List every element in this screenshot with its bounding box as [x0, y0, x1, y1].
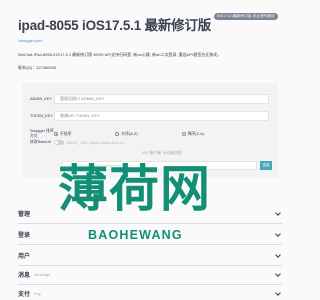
radio-asc-label: 升序(A-Z) — [121, 131, 138, 136]
section-title: 支付 — [18, 291, 31, 298]
version-badge: iOS17.5.1最新修订版, 防止账号被封 — [214, 13, 278, 20]
api-description: WeChat-iPad-8055-iOS17.5.1 最新修订版 WSS+API… — [18, 52, 222, 57]
section-subtitle: Pay — [34, 290, 41, 296]
admin-key-label: ADMIN_KEY — [30, 97, 52, 101]
token-key-input[interactable]: 普通API TOKEN_KEY — [54, 111, 269, 121]
radio-no-sort[interactable]: 不排序 — [54, 132, 71, 137]
ws-connect-button[interactable]: 连接 — [260, 161, 272, 170]
admin-key-row: ADMIN_KEY 管理员接口 ADMIN_KEY — [30, 94, 269, 104]
radio-unchecked-icon — [181, 132, 186, 136]
section-pay[interactable]: 支付 Pay — [18, 283, 282, 300]
radio-unchecked-icon — [115, 132, 120, 136]
swagger-order-radio-group: 不排序 升序(A-Z) 降序(Z-A) — [54, 132, 269, 137]
token-key-label: TOKEN_KEY — [30, 114, 53, 118]
section-title: 管理 — [18, 211, 31, 218]
admin-key-input[interactable]: 管理员接口 ADMIN_KEY — [54, 94, 269, 104]
section-title: 用户 — [18, 253, 31, 260]
section-title: 消息 — [18, 272, 31, 279]
ws-url-input[interactable]: wss://www.9cm.cn/ws/GetSyncMsg?key= — [62, 161, 257, 170]
page-title: ipad-8055 iOS17.5.1 最新修订版 — [18, 18, 212, 33]
title-row: ipad-8055 iOS17.5.1 最新修订版 iOS17.5.1最新修订版… — [18, 13, 282, 34]
swagger-order-row: Swagger 排序方式 不排序 升序(A-Z) 降序(Z-A) — [30, 129, 269, 139]
swagger-json-link[interactable]: /swagger.json — [18, 38, 282, 43]
chevron-down-icon — [275, 210, 281, 216]
chevron-down-icon — [275, 252, 281, 258]
ws-status-text: WS 客户端: 未连接状态 — [142, 151, 182, 155]
contact-qq: 联系QQ：327366009 — [18, 65, 57, 70]
chevron-down-icon — [275, 271, 281, 277]
section-admin[interactable]: 管理 — [18, 203, 282, 224]
base-url-text: BASE_URL: https://www.9cm.cn — [67, 140, 125, 145]
section-message[interactable]: 消息 Message — [18, 264, 282, 285]
base-url-toggle[interactable] — [54, 140, 64, 145]
radio-asc[interactable]: 升序(A-Z) — [115, 131, 138, 137]
radio-desc[interactable]: 降序(Z-A) — [181, 131, 204, 137]
token-key-row: TOKEN_KEY 普通API TOKEN_KEY — [30, 111, 269, 121]
section-login[interactable]: 登录 — [18, 224, 282, 245]
radio-no-sort-label: 不排序 — [60, 131, 72, 136]
config-panel: ADMIN_KEY 管理员接口 ADMIN_KEY TOKEN_KEY 普通AP… — [22, 83, 278, 178]
ws-connect-row: wss://www.9cm.cn/ws/GetSyncMsg?key= 连接 — [62, 161, 272, 170]
section-subtitle: Message — [34, 271, 51, 277]
chevron-down-icon — [275, 231, 281, 237]
radio-checked-icon — [54, 132, 58, 136]
base-url-row: 修改BaseUrl BASE_URL: https://www.9cm.cn — [30, 140, 269, 145]
section-title: 登录 — [18, 232, 31, 239]
api-header: ipad-8055 iOS17.5.1 最新修订版 iOS17.5.1最新修订版… — [0, 0, 300, 71]
base-url-label: 修改BaseUrl — [30, 140, 52, 144]
swagger-order-label: Swagger 排序方式 — [30, 129, 54, 138]
chevron-down-icon — [275, 290, 281, 296]
section-user[interactable]: 用户 — [18, 245, 282, 266]
radio-desc-label: 降序(Z-A) — [187, 131, 204, 136]
